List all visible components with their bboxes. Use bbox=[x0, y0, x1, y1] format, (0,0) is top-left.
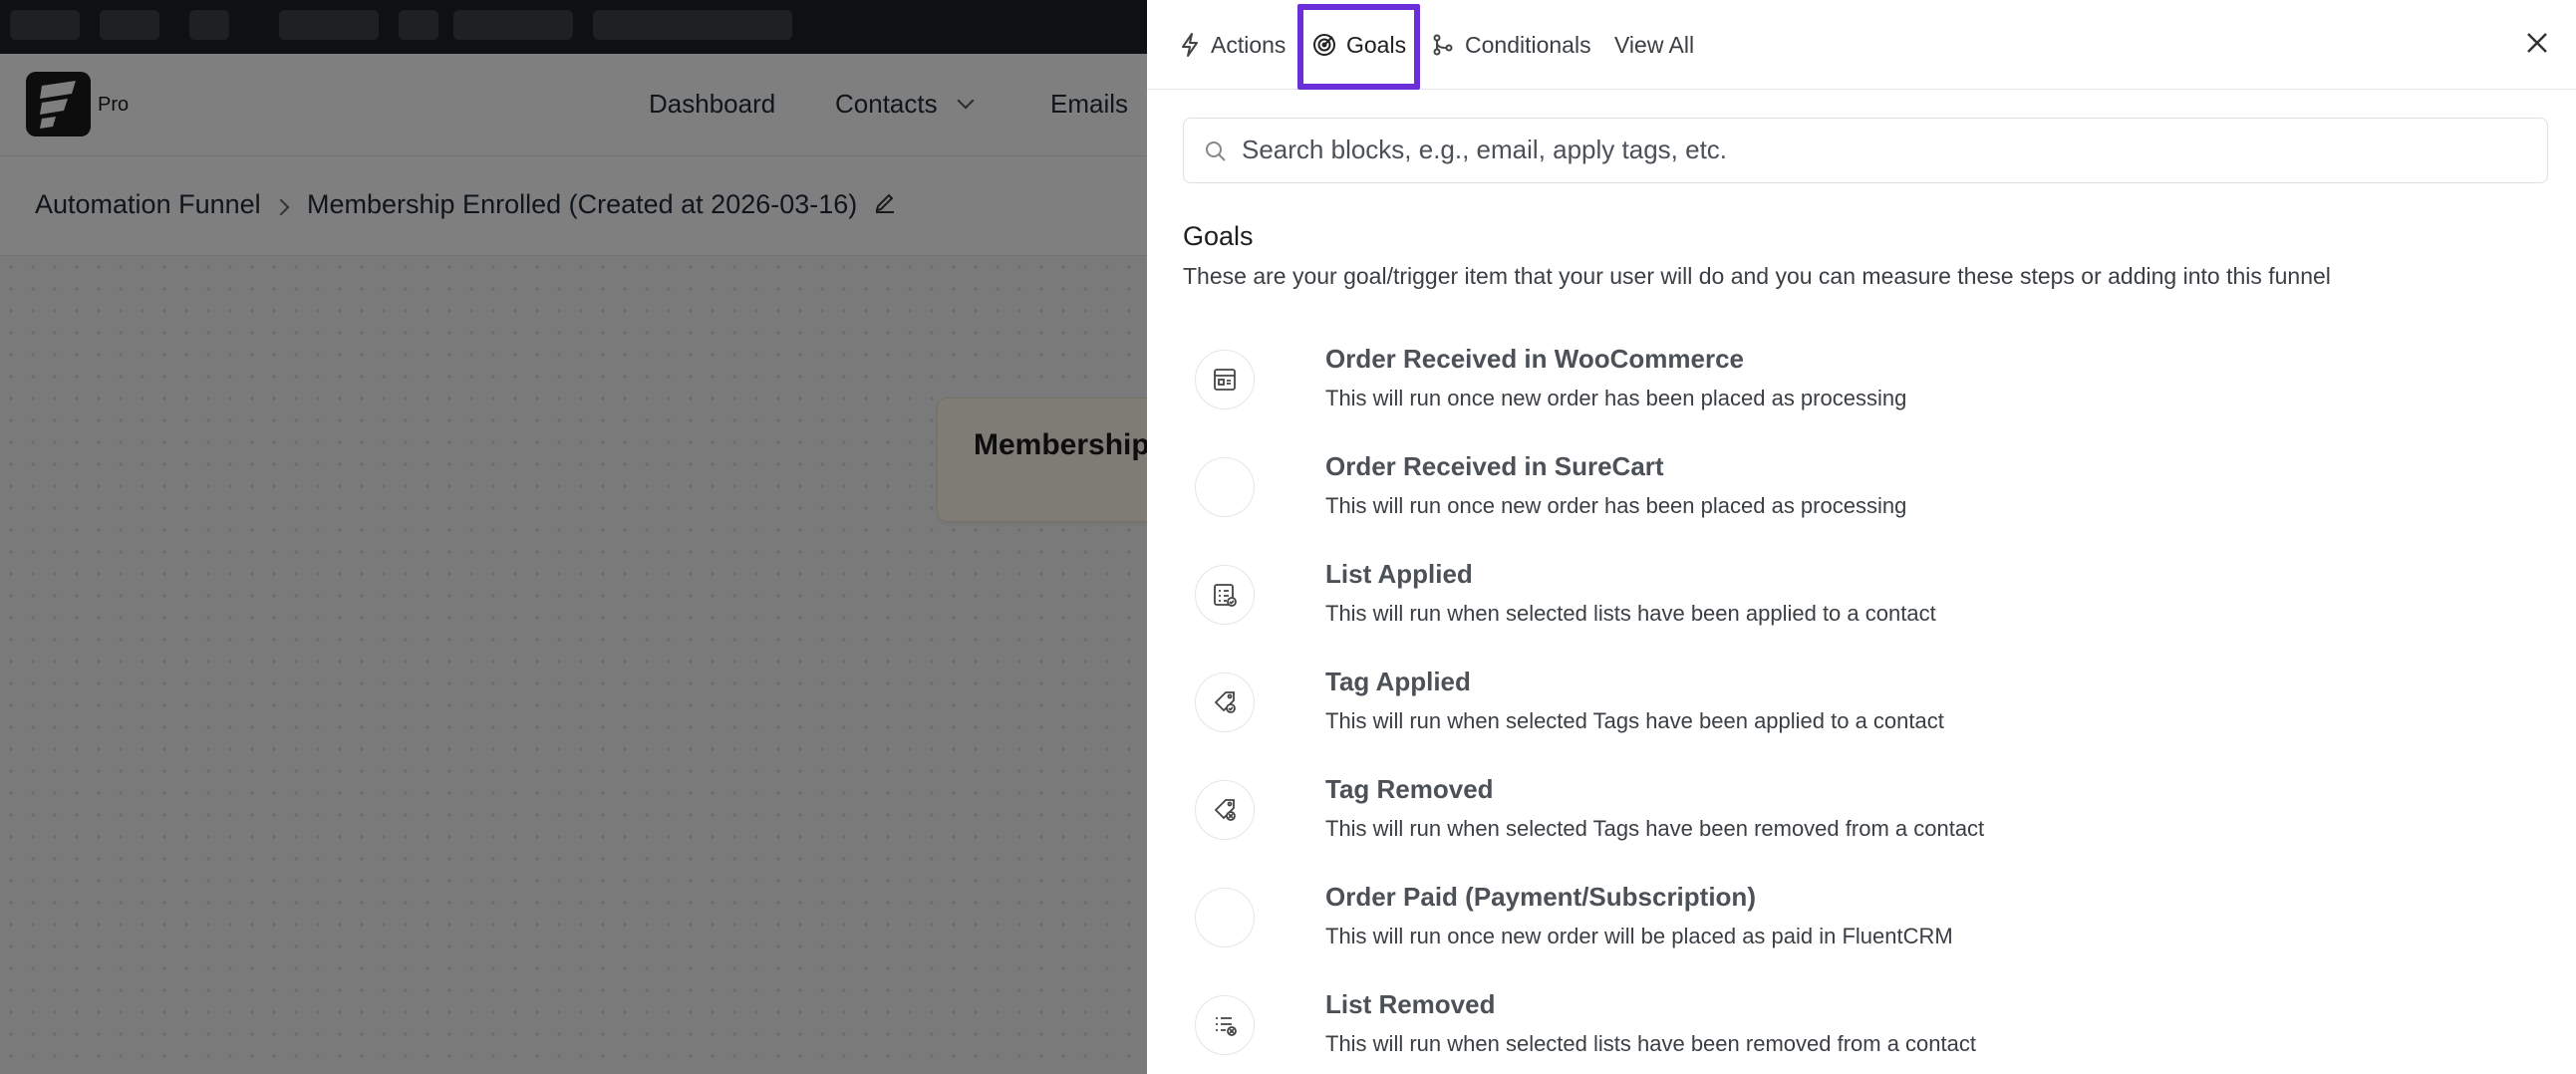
modal-backdrop[interactable] bbox=[0, 0, 1147, 1074]
tab-view-all[interactable]: View All bbox=[1614, 0, 1694, 90]
list-remove-icon bbox=[1195, 995, 1255, 1055]
goal-item-list-removed[interactable]: List Removed This will run when selected… bbox=[1195, 979, 2530, 1074]
tab-goals[interactable]: Goals bbox=[1312, 0, 1406, 90]
goal-description: This will run when selected lists have b… bbox=[1325, 1031, 1976, 1056]
close-icon bbox=[2527, 33, 2547, 53]
goal-item-woocommerce-order[interactable]: Order Received in WooCommerce This will … bbox=[1195, 334, 2530, 441]
goal-description: This will run once new order has been pl… bbox=[1325, 386, 1907, 410]
tab-conditionals[interactable]: Conditionals bbox=[1431, 0, 1591, 90]
search-input[interactable] bbox=[1242, 119, 2527, 180]
search-icon bbox=[1206, 141, 1226, 161]
tab-goals-label: Goals bbox=[1346, 31, 1407, 58]
tab-actions-label: Actions bbox=[1211, 31, 1287, 58]
goal-item-list-applied[interactable]: List Applied This will run when selected… bbox=[1195, 549, 2530, 657]
lightning-icon bbox=[1182, 33, 1198, 57]
goal-description: This will run once new order has been pl… bbox=[1325, 493, 1907, 518]
goal-item-tag-removed[interactable]: Tag Removed This will run when selected … bbox=[1195, 764, 2530, 872]
goal-item-order-paid[interactable]: Order Paid (Payment/Subscription) This w… bbox=[1195, 872, 2530, 979]
search-box bbox=[1183, 118, 2548, 183]
blank-icon bbox=[1195, 888, 1255, 947]
blank-icon bbox=[1195, 457, 1255, 517]
goal-description: This will run when selected Tags have be… bbox=[1325, 708, 1944, 733]
goal-description: This will run once new order will be pla… bbox=[1325, 924, 1953, 948]
list-icon bbox=[1195, 565, 1255, 625]
panel-tabs: Actions Goals Conditionals View All bbox=[1147, 0, 2576, 90]
branch-icon bbox=[1433, 34, 1453, 56]
close-button[interactable] bbox=[2520, 26, 2554, 60]
tab-conditionals-label: Conditionals bbox=[1465, 31, 1591, 58]
goal-item-surecart-order[interactable]: Order Received in SureCart This will run… bbox=[1195, 441, 2530, 549]
goal-title: Order Received in SureCart bbox=[1325, 451, 1664, 481]
goal-list: Order Received in WooCommerce This will … bbox=[1195, 334, 2530, 1074]
block-picker-panel: Actions Goals Conditionals View All Goal… bbox=[1147, 0, 2576, 1074]
tag-icon bbox=[1195, 780, 1255, 840]
goal-title: Tag Applied bbox=[1325, 667, 1471, 696]
goal-title: List Applied bbox=[1325, 559, 1473, 589]
goal-title: Order Paid (Payment/Subscription) bbox=[1325, 882, 1756, 912]
tab-actions[interactable]: Actions bbox=[1179, 0, 1286, 90]
section-description: These are your goal/trigger item that yo… bbox=[1183, 263, 2331, 289]
section-title: Goals bbox=[1183, 221, 1254, 251]
order-icon bbox=[1195, 350, 1255, 409]
tab-view-all-label: View All bbox=[1614, 31, 1695, 58]
goal-item-tag-applied[interactable]: Tag Applied This will run when selected … bbox=[1195, 657, 2530, 764]
goal-description: This will run when selected lists have b… bbox=[1325, 601, 1936, 626]
goal-description: This will run when selected Tags have be… bbox=[1325, 816, 1985, 841]
goal-title: List Removed bbox=[1325, 989, 1496, 1019]
goal-title: Tag Removed bbox=[1325, 774, 1494, 804]
target-icon bbox=[1313, 34, 1335, 56]
goal-title: Order Received in WooCommerce bbox=[1325, 344, 1744, 374]
tag-icon bbox=[1195, 672, 1255, 732]
